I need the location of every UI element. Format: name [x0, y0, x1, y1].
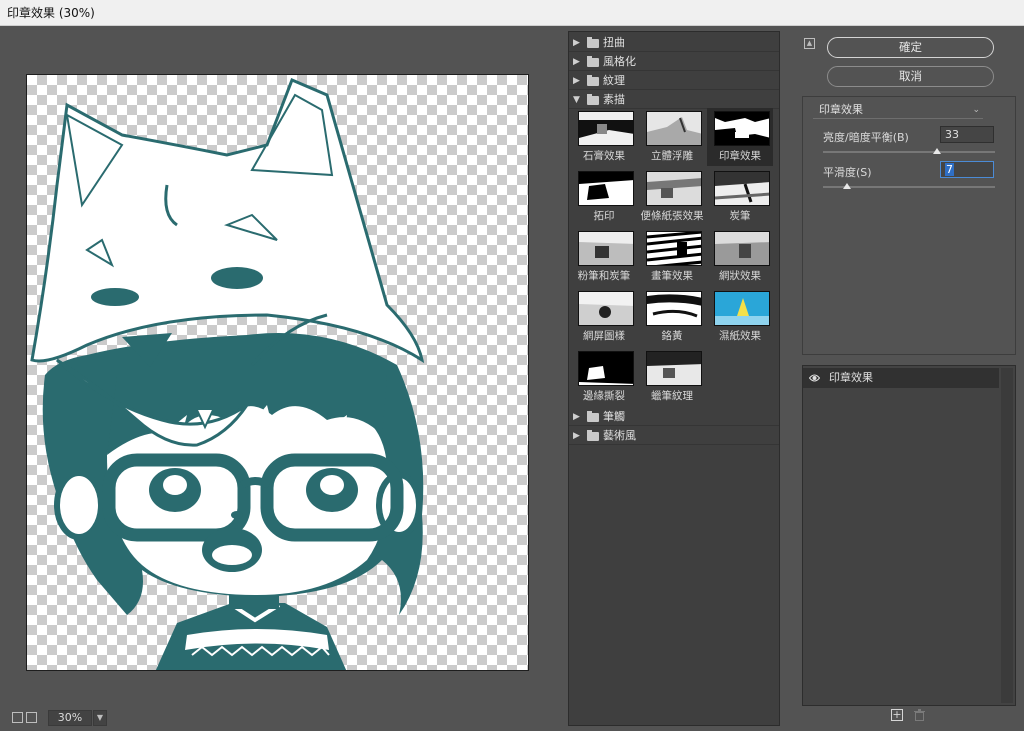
light-dark-balance-field[interactable]: 33 — [940, 126, 994, 143]
category-distort[interactable]: ▶ 扭曲 — [569, 34, 779, 52]
layers-scrollbar[interactable] — [1001, 368, 1013, 703]
cancel-button[interactable]: 取消 — [827, 66, 994, 87]
folder-icon — [587, 56, 599, 67]
filter-thumb-conte-crayon[interactable]: 蠟筆紋理 — [639, 348, 705, 406]
filter-preview-image — [646, 291, 702, 326]
folder-icon — [587, 411, 599, 422]
smoothness-field[interactable]: 7 — [940, 161, 994, 178]
filter-thumb-bas-relief[interactable]: 立體浮雕 — [639, 108, 705, 166]
stamp-effect-illustration — [30, 78, 425, 670]
preview-canvas[interactable] — [26, 74, 529, 671]
filter-select-dropdown[interactable]: 印章效果 ⌄ — [813, 102, 983, 119]
settings-column: ▲ 確定 取消 印章效果 ⌄ 亮度/暗度平衡(B) 33 平滑度(S) 7 印章… — [797, 31, 1021, 726]
slider-handle[interactable] — [932, 148, 941, 154]
filter-thumb-stamp[interactable]: 印章效果 — [707, 108, 773, 166]
category-artistic[interactable]: ▶ 藝術風 — [569, 427, 779, 445]
filter-thumb-plaster[interactable]: 石膏效果 — [571, 108, 637, 166]
filter-preview-image — [578, 291, 634, 326]
light-dark-balance-label: 亮度/暗度平衡(B) — [823, 131, 909, 144]
smoothness-value: 7 — [945, 163, 954, 176]
filter-thumb-halftone[interactable]: 網屏圖樣 — [571, 288, 637, 346]
filter-preview-image — [714, 291, 770, 326]
filter-preview-image — [578, 171, 634, 206]
filter-thumb-reticulation[interactable]: 網狀效果 — [707, 228, 773, 286]
filter-preview-image — [646, 231, 702, 266]
effect-layer-row[interactable]: 印章效果 — [803, 368, 999, 388]
filter-thumb-charcoal[interactable]: 炭筆 — [707, 168, 773, 226]
filter-thumb-chrome[interactable]: 鉻黃 — [639, 288, 705, 346]
folder-open-icon — [587, 94, 599, 105]
filter-thumb-graphic-pen[interactable]: 畫筆效果 — [639, 228, 705, 286]
category-stylize[interactable]: ▶ 風格化 — [569, 53, 779, 71]
filter-preview-image — [646, 171, 702, 206]
filter-preview-image — [646, 111, 702, 146]
effect-layers-panel: 印章效果 — [802, 365, 1016, 706]
zoom-in-icon[interactable] — [26, 712, 37, 723]
window-title-bar: 印章效果 (30%) — [0, 0, 1024, 26]
zoom-out-icon[interactable] — [12, 712, 23, 723]
folder-icon — [587, 37, 599, 48]
filter-preview-image — [578, 351, 634, 386]
trash-icon[interactable] — [914, 709, 925, 721]
filter-preview-image — [578, 111, 634, 146]
filter-select-value: 印章效果 — [819, 103, 863, 116]
filter-preview-image — [646, 351, 702, 386]
new-effect-layer-icon[interactable]: + — [891, 709, 903, 721]
filter-thumb-rubbing[interactable]: 拓印 — [571, 168, 637, 226]
chevron-down-icon: ⌄ — [972, 105, 980, 115]
filter-gallery: ▶ 扭曲 ▶ 風格化 ▶ 紋理 ▼ 素描 石膏效果 立體浮雕 印章效果 拓印 便… — [568, 31, 780, 726]
category-texture[interactable]: ▶ 紋理 — [569, 72, 779, 90]
category-brush-strokes[interactable]: ▶ 筆觸 — [569, 408, 779, 426]
expand-arrow-icon: ▶ — [573, 76, 580, 86]
eye-icon[interactable] — [809, 373, 820, 383]
filter-thumb-note-paper[interactable]: 便條紙張效果 — [639, 168, 705, 226]
collapse-gallery-icon[interactable]: ▲ — [804, 38, 815, 49]
effect-layer-name: 印章效果 — [829, 371, 873, 384]
smoothness-label: 平滑度(S) — [823, 166, 872, 179]
filter-preview-image — [714, 231, 770, 266]
light-dark-balance-slider[interactable] — [823, 148, 995, 154]
filter-thumb-water-paper[interactable]: 濕紙效果 — [707, 288, 773, 346]
ok-button[interactable]: 確定 — [827, 37, 994, 58]
collapse-arrow-icon: ▼ — [573, 95, 580, 105]
filter-thumb-torn-edges[interactable]: 邊緣撕裂 — [571, 348, 637, 406]
window-title: 印章效果 (30%) — [7, 6, 95, 20]
expand-arrow-icon: ▶ — [573, 57, 580, 67]
category-sketch[interactable]: ▼ 素描 — [569, 91, 779, 109]
expand-arrow-icon: ▶ — [573, 38, 580, 48]
filter-preview-image — [714, 111, 770, 146]
filter-settings-panel: 印章效果 ⌄ 亮度/暗度平衡(B) 33 平滑度(S) 7 — [802, 96, 1016, 355]
folder-icon — [587, 430, 599, 441]
expand-arrow-icon: ▶ — [573, 412, 580, 422]
folder-icon — [587, 75, 599, 86]
filter-preview-image — [578, 231, 634, 266]
smoothness-slider[interactable] — [823, 183, 995, 189]
filter-preview-image — [714, 171, 770, 206]
zoom-dropdown-chevron-icon[interactable]: ▼ — [93, 710, 107, 726]
zoom-level-field[interactable]: 30% — [48, 710, 92, 726]
preview-status-bar: 30% ▼ — [8, 710, 561, 726]
expand-arrow-icon: ▶ — [573, 431, 580, 441]
filter-thumb-chalk-charcoal[interactable]: 粉筆和炭筆 — [571, 228, 637, 286]
slider-handle[interactable] — [843, 183, 852, 189]
